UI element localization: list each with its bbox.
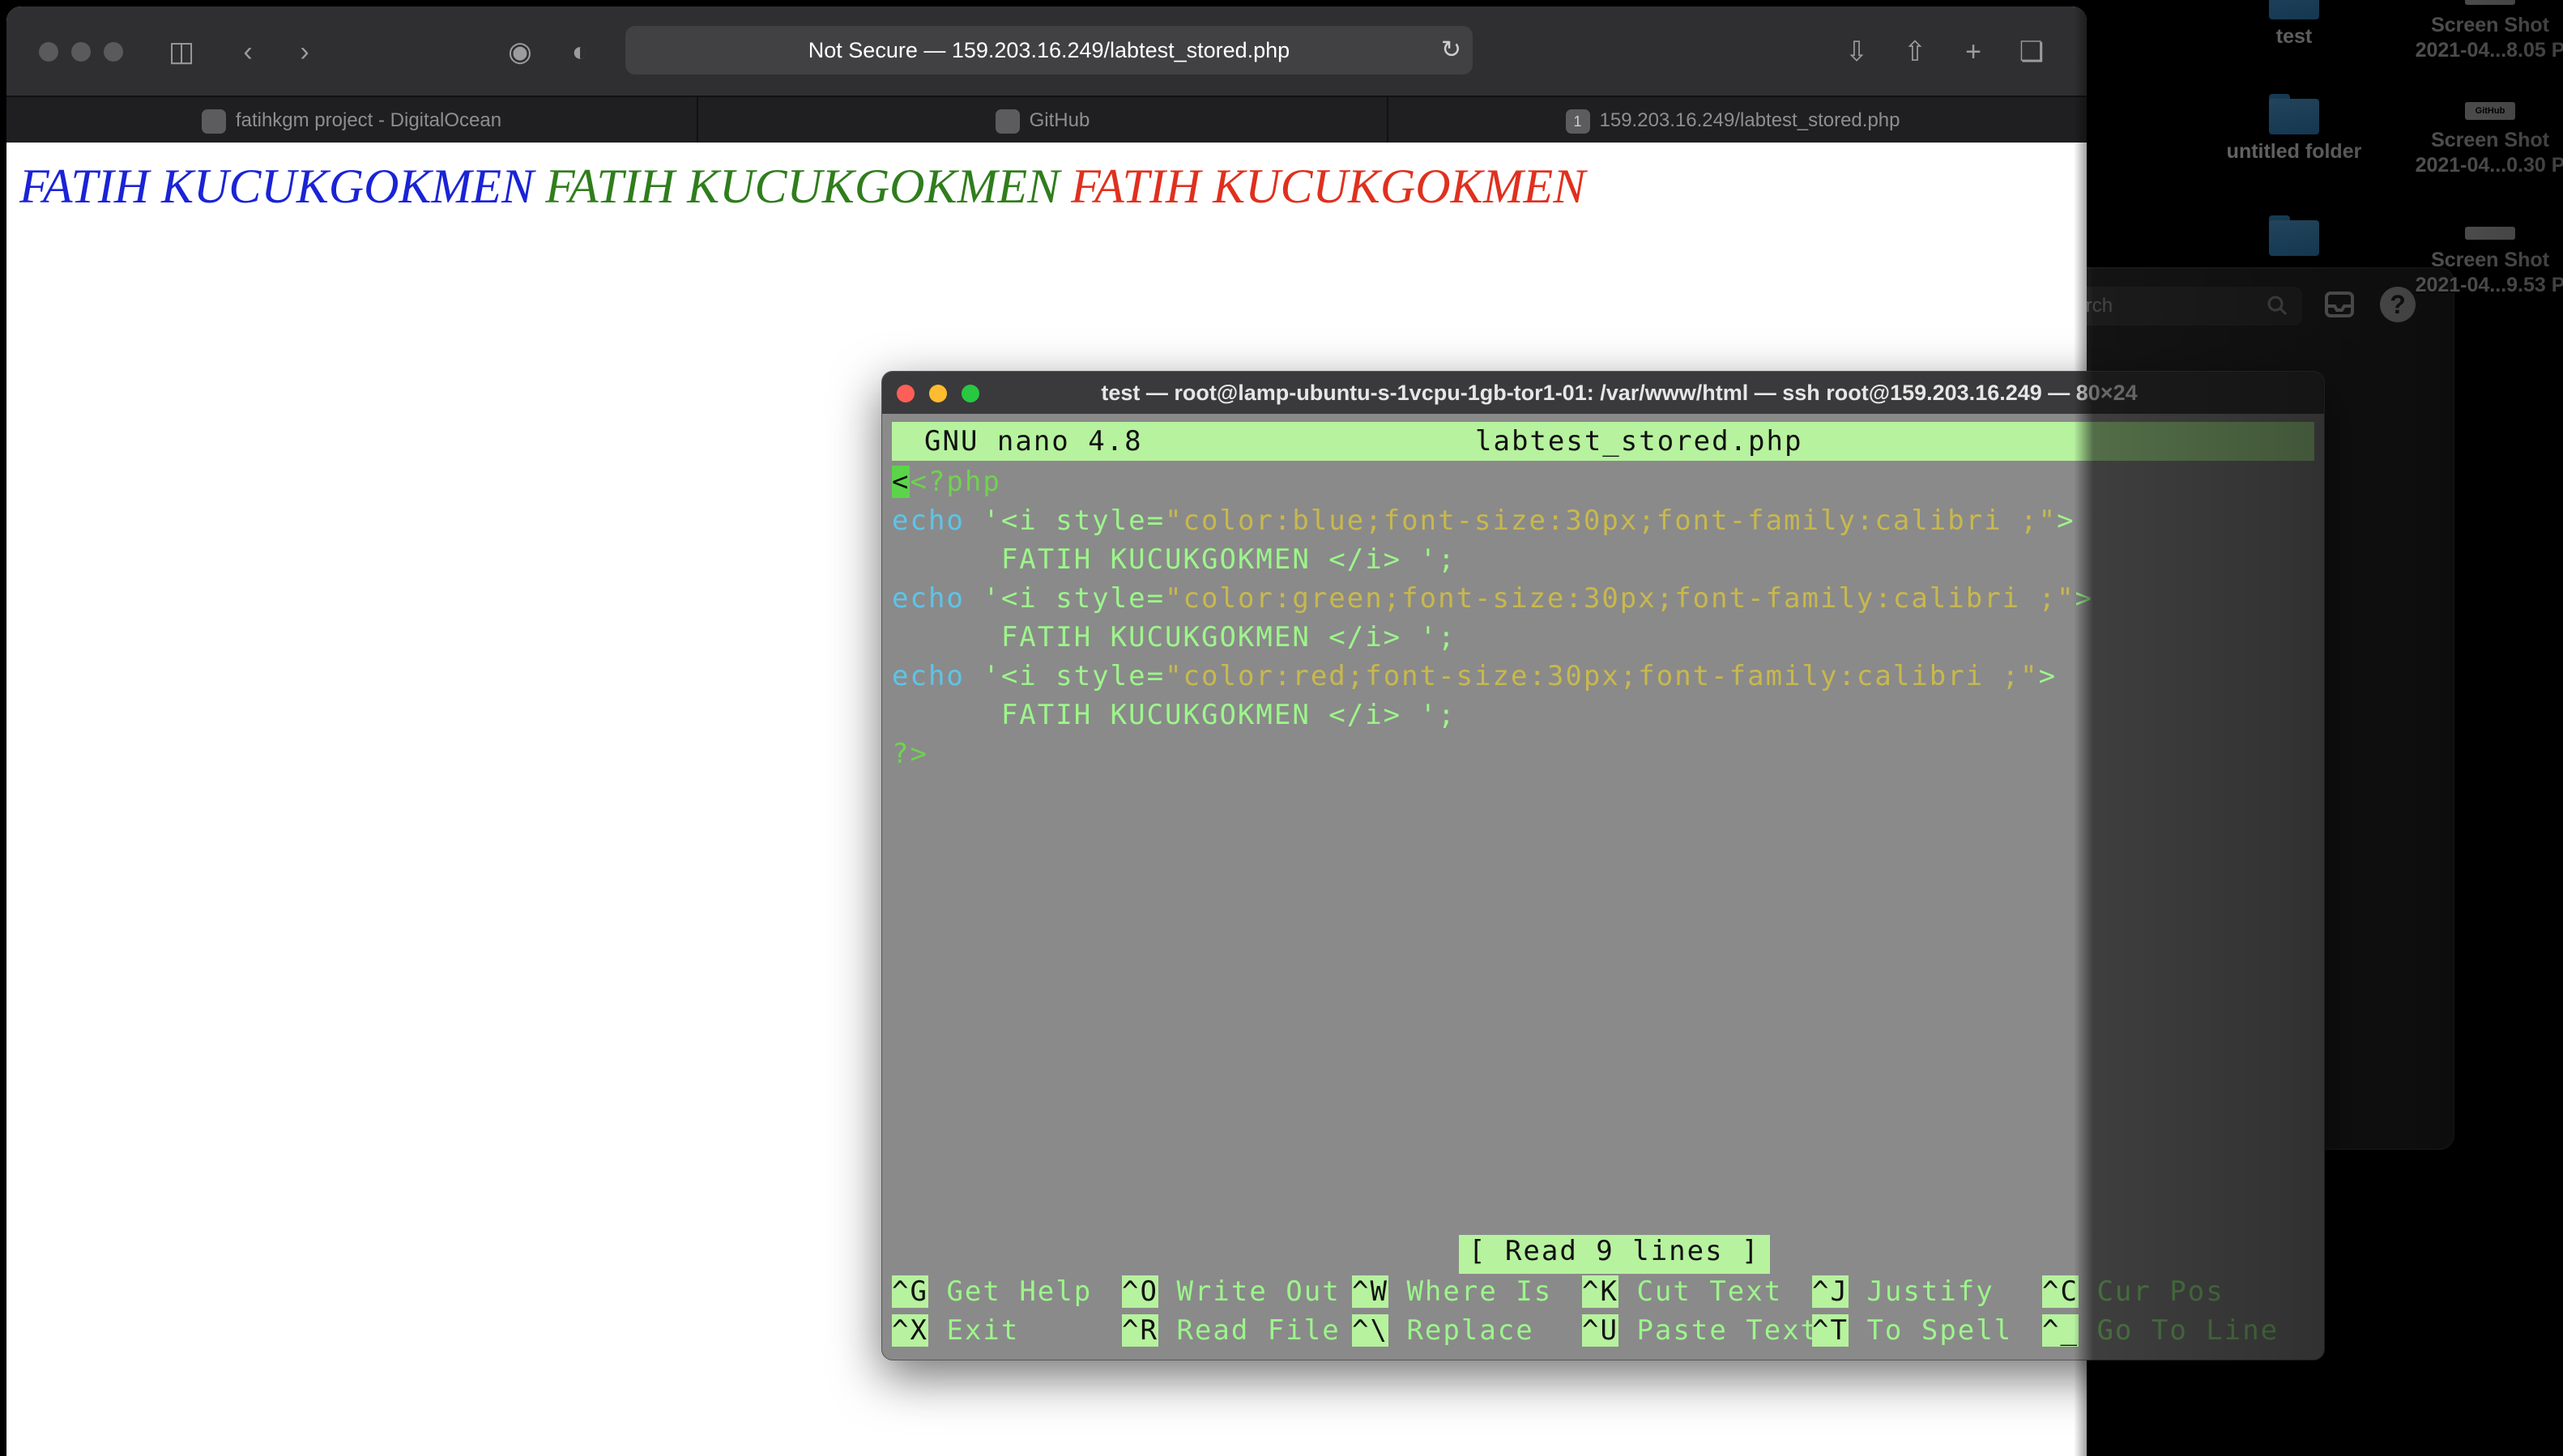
tab-digitalocean[interactable]: fatihkgm project - DigitalOcean xyxy=(6,97,697,144)
desktop-icon-label: untitled folder xyxy=(2226,140,2362,163)
github-icon xyxy=(995,109,1020,134)
tab-overview-icon[interactable]: ❏ xyxy=(2014,34,2049,70)
desktop-icon-test[interactable]: test xyxy=(2197,0,2391,49)
downloads-icon[interactable]: ⇩ xyxy=(1839,34,1874,70)
shortcut-justify[interactable]: ^J Justify xyxy=(1812,1275,1994,1308)
code-line[interactable]: echo '<i style="color:red;font-size:30px… xyxy=(892,660,2057,692)
desktop-icon-untitled-folder[interactable]: untitled folder xyxy=(2197,94,2391,164)
code-string: "color:red;font-size:30px;font-family:ca… xyxy=(1165,660,2039,692)
code-line[interactable]: FATIH KUCUKGOKMEN </i> '; xyxy=(892,699,1456,731)
php-open-tag: <?php xyxy=(910,466,1001,498)
code-text: '<i style= xyxy=(964,582,1166,615)
thumbnail-text: GitHub xyxy=(2475,106,2505,116)
desktop-icon-label: Screen Shot 2021-04...8.05 P xyxy=(2415,14,2563,62)
zoom-window-button[interactable] xyxy=(104,42,123,62)
search-icon xyxy=(2267,296,2288,316)
code-string: "color:blue;font-size:30px;font-family:c… xyxy=(1165,504,2058,537)
code-text: '<i style= xyxy=(964,504,1166,537)
tab-bar: fatihkgm project - DigitalOcean GitHub 1… xyxy=(6,96,2087,144)
tab-labtest[interactable]: 1 159.203.16.249/labtest_stored.php xyxy=(1387,97,2077,144)
zoom-window-button[interactable] xyxy=(962,385,979,402)
php-close-tag[interactable]: ?> xyxy=(892,738,928,770)
shortcut-cut-text[interactable]: ^K Cut Text xyxy=(1582,1275,1782,1308)
shortcut-cur-pos[interactable]: ^C Cur Pos xyxy=(2042,1275,2224,1308)
code-string: "color:green;font-size:30px;font-family:… xyxy=(1165,582,2075,615)
code-line[interactable]: FATIH KUCUKGOKMEN </i> '; xyxy=(892,621,1456,653)
shortcut-where-is[interactable]: ^W Where Is xyxy=(1352,1275,1552,1308)
address-text: Not Secure — 159.203.16.249/labtest_stor… xyxy=(808,38,1290,62)
nano-filename: labtest_stored.php xyxy=(1475,425,1803,458)
close-window-button[interactable] xyxy=(897,385,915,402)
screenshot-thumbnail-icon xyxy=(2465,227,2515,240)
terminal-window[interactable]: test — root@lamp-ubuntu-s-1vcpu-1gb-tor1… xyxy=(881,371,2325,1360)
shortcut-replace[interactable]: ^\ Replace xyxy=(1352,1314,1534,1347)
folder-icon xyxy=(2269,94,2319,134)
inbox-tray-icon[interactable] xyxy=(2322,287,2357,322)
shortcut-exit[interactable]: ^X Exit xyxy=(892,1314,1019,1347)
address-bar[interactable]: Not Secure — 159.203.16.249/labtest_stor… xyxy=(625,26,1473,75)
tab-label: 159.203.16.249/labtest_stored.php xyxy=(1599,109,1900,131)
minimize-window-button[interactable] xyxy=(71,42,91,62)
code-text: '<i style= xyxy=(964,660,1166,692)
screenshot-thumbnail-icon xyxy=(2465,0,2515,5)
shortcut-to-spell[interactable]: ^T To Spell xyxy=(1812,1314,2012,1347)
tab-number-icon: 1 xyxy=(1565,109,1590,134)
grammarly-icon[interactable]: ◉ xyxy=(502,34,538,70)
echo-keyword: echo xyxy=(892,582,965,615)
forward-icon[interactable]: › xyxy=(287,34,322,70)
desktop-icon-screenshot-1[interactable]: Screen Shot 2021-04...8.05 P xyxy=(2393,0,2563,63)
code-text: > xyxy=(2057,504,2075,537)
code-text: > xyxy=(2075,582,2094,615)
new-tab-icon[interactable]: + xyxy=(1955,34,1991,70)
terminal-titlebar: test — root@lamp-ubuntu-s-1vcpu-1gb-tor1… xyxy=(882,372,2324,414)
output-red-text: FATIH KUCUKGOKMEN xyxy=(1071,160,1586,213)
share-icon[interactable]: ⇧ xyxy=(1897,34,1933,70)
output-green-text: FATIH KUCUKGOKMEN xyxy=(545,160,1060,213)
output-blue-text: FATIH KUCUKGOKMEN xyxy=(19,160,535,213)
page-output: FATIH KUCUKGOKMEN FATIH KUCUKGOKMEN FATIH … xyxy=(19,159,1597,215)
tab-label: fatihkgm project - DigitalOcean xyxy=(235,109,502,131)
shortcut-get-help[interactable]: ^G Get Help xyxy=(892,1275,1092,1308)
code-line[interactable]: <<?php xyxy=(892,466,1001,498)
nano-version: GNU nano 4.8 xyxy=(924,425,1143,458)
tab-label: GitHub xyxy=(1029,109,1090,131)
sidebar-icon[interactable]: ◫ xyxy=(164,34,199,70)
folder-icon xyxy=(2269,215,2319,256)
desktop-icon-label: Screen Shot 2021-04...9.53 P xyxy=(2415,249,2563,296)
shortcut-write-out[interactable]: ^O Write Out xyxy=(1122,1275,1341,1308)
folder-icon xyxy=(2269,0,2319,19)
echo-keyword: echo xyxy=(892,660,965,692)
nano-header: GNU nano 4.8 labtest_stored.php xyxy=(892,422,2314,461)
desktop-icon-screenshot-2[interactable]: GitHub Screen Shot 2021-04...0.30 P xyxy=(2393,102,2563,178)
shortcut-go-to-line[interactable]: ^_ Go To Line xyxy=(2042,1314,2279,1347)
nano-status: [ Read 9 lines ] xyxy=(1459,1235,1770,1274)
desktop-icon-label: Screen Shot 2021-04...0.30 P xyxy=(2415,129,2563,177)
browser-toolbar: ◫ ‹ › ◉ ◐ Not Secure — 159.203.16.249/la… xyxy=(6,6,2087,96)
desktop-icon-folder-3[interactable] xyxy=(2197,215,2391,261)
tab-github[interactable]: GitHub xyxy=(697,97,1387,144)
screenshot-thumbnail-icon: GitHub xyxy=(2465,102,2515,120)
privacy-shield-icon[interactable]: ◐ xyxy=(562,34,598,70)
code-line[interactable]: echo '<i style="color:blue;font-size:30p… xyxy=(892,504,2075,537)
shortcut-paste-text[interactable]: ^U Paste Text xyxy=(1582,1314,1819,1347)
code-text: > xyxy=(2038,660,2058,692)
terminal-title: test — root@lamp-ubuntu-s-1vcpu-1gb-tor1… xyxy=(1101,381,2138,405)
shortcut-read-file[interactable]: ^R Read File xyxy=(1122,1314,1341,1347)
code-line[interactable]: FATIH KUCUKGOKMEN </i> '; xyxy=(892,543,1456,576)
back-icon[interactable]: ‹ xyxy=(230,34,266,70)
digitalocean-icon xyxy=(201,109,226,134)
desktop-icon-label: test xyxy=(2275,25,2313,48)
minimize-window-button[interactable] xyxy=(929,385,947,402)
reload-icon[interactable]: ↻ xyxy=(1441,26,1461,75)
echo-keyword: echo xyxy=(892,504,965,537)
code-line[interactable]: echo '<i style="color:green;font-size:30… xyxy=(892,582,2093,615)
desktop-icon-screenshot-3[interactable]: Screen Shot 2021-04...9.53 P xyxy=(2393,227,2563,298)
close-window-button[interactable] xyxy=(39,42,58,62)
